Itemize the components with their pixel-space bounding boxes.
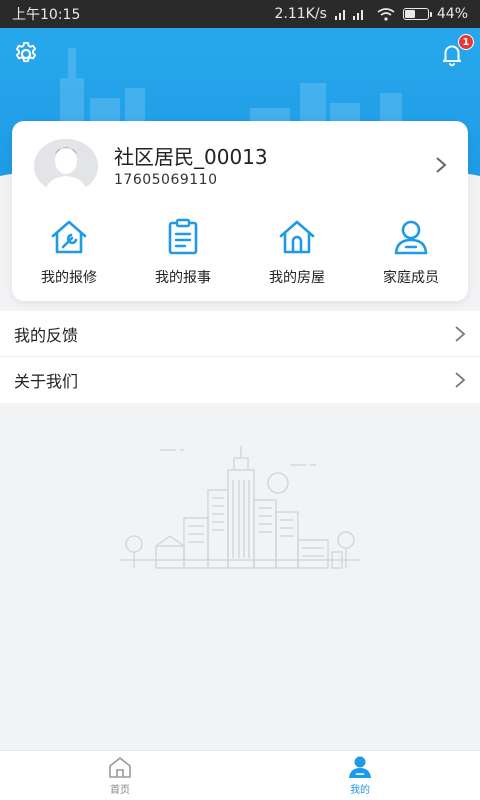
quick-action-report[interactable]: 我的报事: [126, 213, 240, 293]
battery-icon: [402, 8, 432, 20]
house-icon: [279, 220, 315, 254]
network-speed: 2.11K/s: [274, 6, 327, 22]
signal-icon: [334, 10, 363, 20]
wifi-icon: [377, 7, 395, 21]
status-indicators: 2.11K/s 44%: [275, 6, 469, 22]
quick-action-repair[interactable]: 我的报修: [12, 213, 126, 293]
tab-mine[interactable]: 我的: [240, 751, 480, 800]
profile-row[interactable]: 社区居民_00013 17605069110: [12, 121, 468, 211]
menu-list: 我的反馈 关于我们: [0, 311, 480, 403]
quick-actions: 我的报修 我的报事 我的房屋 家庭成员: [12, 213, 468, 293]
notification-button[interactable]: 1: [436, 34, 474, 70]
chevron-right-icon: [455, 372, 466, 388]
quick-action-label: 我的报修: [41, 270, 97, 286]
quick-action-label: 我的房屋: [269, 270, 325, 286]
city-illustration: [120, 446, 360, 569]
quick-action-family[interactable]: 家庭成员: [354, 213, 468, 293]
user-name: 社区居民_00013: [114, 145, 268, 169]
profile-card: 社区居民_00013 17605069110 我的报修 我的报事 我的房屋 家庭…: [12, 121, 468, 301]
tab-label: 首页: [110, 785, 130, 796]
home-icon: [109, 757, 131, 778]
avatar-placeholder-icon: [34, 139, 98, 193]
person-icon: [394, 220, 428, 255]
menu-item-label: 关于我们: [14, 372, 79, 391]
status-time: 上午10:15: [12, 7, 81, 23]
tab-home[interactable]: 首页: [0, 751, 240, 800]
notification-badge: 1: [458, 34, 474, 50]
settings-button[interactable]: [10, 38, 42, 70]
house-wrench-icon: [51, 220, 87, 254]
clipboard-icon: [168, 218, 198, 255]
battery-level: [404, 10, 415, 18]
menu-item-feedback[interactable]: 我的反馈: [0, 311, 480, 357]
user-icon: [349, 756, 371, 778]
avatar: [34, 139, 98, 193]
quick-action-label: 家庭成员: [383, 270, 439, 286]
status-bar: 上午10:15 2.11K/s 44%: [0, 0, 480, 28]
quick-action-house[interactable]: 我的房屋: [240, 213, 354, 293]
bottom-tab-bar: 首页 我的: [0, 750, 480, 800]
gear-icon: [15, 41, 37, 63]
menu-item-label: 我的反馈: [14, 325, 79, 345]
battery-percent: 44%: [436, 6, 468, 22]
user-phone: 17605069110: [114, 172, 218, 188]
quick-action-label: 我的报事: [155, 270, 211, 286]
chevron-right-icon: [455, 325, 466, 342]
menu-item-about[interactable]: 关于我们: [0, 357, 480, 403]
tab-label: 我的: [350, 785, 370, 796]
chevron-right-icon: [436, 157, 447, 173]
